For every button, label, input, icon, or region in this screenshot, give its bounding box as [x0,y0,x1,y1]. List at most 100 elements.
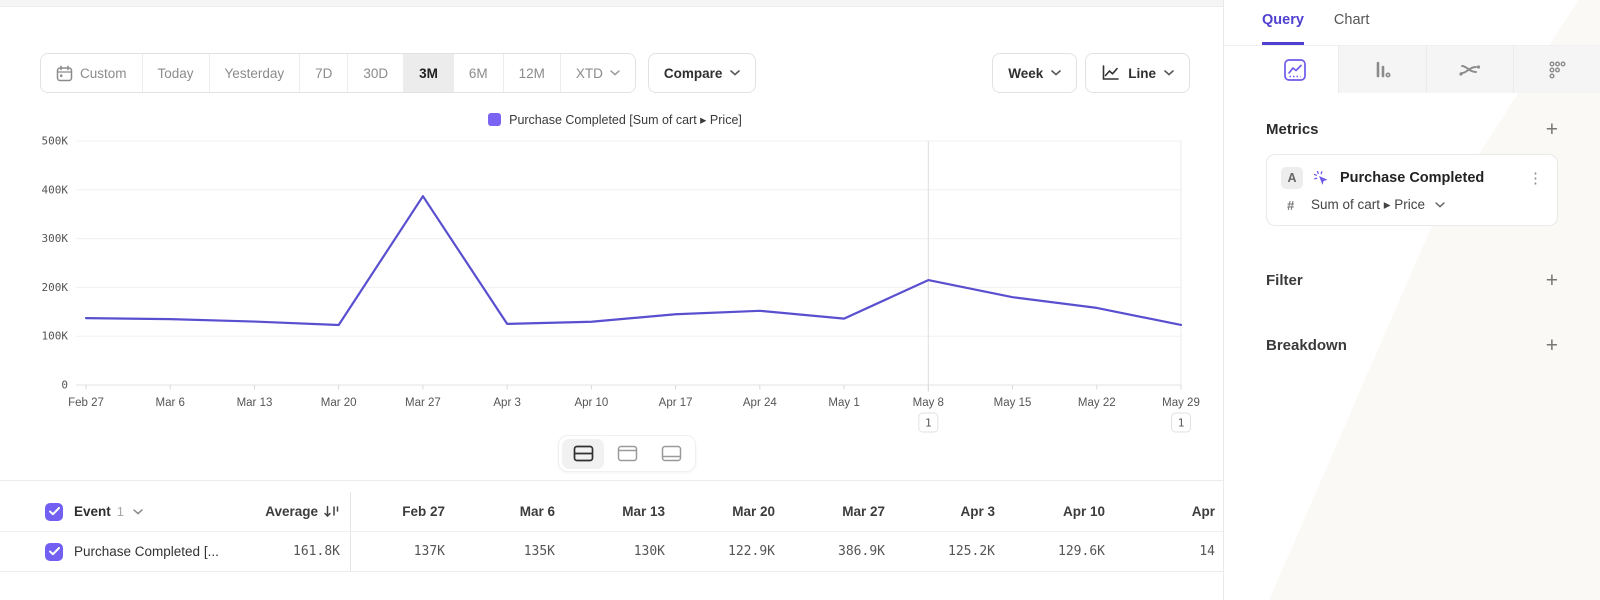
table-row[interactable]: Purchase Completed [... 161.8K 137K135K1… [0,532,1223,572]
range-button-30d[interactable]: 30D [348,54,404,92]
metric-aggregation-selector[interactable]: # Sum of cart ▸ Price [1281,197,1543,213]
main-content-area: CustomTodayYesterday7D30D3M6M12MXTD Comp… [0,0,1223,600]
chart-type-flow-button[interactable] [1426,46,1513,93]
line-chart[interactable]: 0100K200K300K400K500KFeb 27Mar 6Mar 13Ma… [30,130,1200,440]
range-button-today[interactable]: Today [143,54,210,92]
range-button-xtd[interactable]: XTD [561,54,635,92]
aggregation-label: Sum of cart ▸ Price [1311,197,1425,213]
sort-descending-icon [324,505,340,518]
range-button-yesterday[interactable]: Yesterday [210,54,301,92]
chevron-down-icon[interactable] [133,509,143,515]
layout-chart-only-button[interactable] [606,439,648,469]
svg-text:May 22: May 22 [1078,397,1116,409]
date-column-header: Apr 10 [1011,504,1121,519]
chevron-down-icon [1164,70,1174,76]
tab-query[interactable]: Query [1262,12,1304,45]
legend-swatch [488,113,501,126]
select-all-checkbox[interactable] [45,503,63,521]
cell-value: 386.9K [791,544,901,559]
calendar-icon [56,65,73,82]
chart-type-scatter-button[interactable] [1513,46,1600,93]
svg-text:May 29: May 29 [1162,397,1200,409]
cell-value: 137K [351,544,461,559]
svg-text:400K: 400K [42,183,69,196]
metrics-section-title: Metrics [1266,121,1319,138]
toolbar: CustomTodayYesterday7D30D3M6M12MXTD Comp… [40,53,1190,93]
filter-section-title: Filter [1266,272,1303,289]
date-column-headers: Feb 27Mar 6Mar 13Mar 20Mar 27Apr 3Apr 10… [351,504,1223,519]
scatter-dots-icon [1545,58,1569,82]
add-filter-button[interactable]: + [1546,270,1558,291]
number-property-icon: # [1287,198,1301,213]
interval-label: Week [1008,66,1043,81]
split-view-icon [573,445,594,462]
line-chart-icon [1283,58,1307,82]
date-column-values: 137K135K130K122.9K386.9K125.2K129.6K14 [351,544,1223,559]
range-button-custom[interactable]: Custom [41,54,143,92]
row-checkbox[interactable] [45,543,63,561]
check-icon [49,547,60,556]
svg-text:May 8: May 8 [913,397,944,409]
svg-text:Feb 27: Feb 27 [68,397,104,409]
svg-text:Apr 3: Apr 3 [493,397,520,409]
chart-type-dropdown[interactable]: Line [1085,53,1190,93]
date-column-header: Mar 27 [791,504,901,519]
svg-text:500K: 500K [42,135,69,148]
chart-type-label: Line [1128,66,1156,81]
chevron-down-icon [1435,202,1445,208]
divider [0,480,1223,481]
top-strip [0,0,1223,7]
layout-table-only-button[interactable] [650,439,692,469]
panel-body: Metrics + A Purchase Completed ⋮ # Sum o… [1224,119,1600,356]
panel-tabs: Query Chart [1224,0,1600,46]
range-button-6m[interactable]: 6M [454,54,504,92]
svg-text:Apr 24: Apr 24 [743,397,777,409]
line-chart-svg[interactable]: 0100K200K300K400K500KFeb 27Mar 6Mar 13Ma… [30,130,1200,440]
svg-text:100K: 100K [42,330,69,343]
chevron-down-icon [1051,70,1061,76]
average-column-header[interactable]: Average [245,504,350,519]
event-click-icon [1313,170,1330,187]
event-count: 1 [117,504,124,519]
metric-letter-badge: A [1281,167,1303,189]
date-column-header: Mar 20 [681,504,791,519]
range-button-7d[interactable]: 7D [300,54,348,92]
flow-icon [1457,58,1483,82]
compare-label: Compare [664,66,723,81]
table-only-icon [661,445,682,462]
svg-text:Mar 20: Mar 20 [321,397,357,409]
range-button-3m[interactable]: 3M [404,54,454,92]
chevron-down-icon [730,70,740,76]
tab-chart[interactable]: Chart [1334,12,1369,45]
results-table: Event 1 Average Feb 27Mar 6Mar 13Mar 20M… [0,492,1223,572]
add-metric-button[interactable]: + [1546,119,1558,140]
series-name: Purchase Completed [... [74,544,219,559]
kebab-menu-icon[interactable]: ⋮ [1528,169,1543,187]
cell-value: 135K [461,544,571,559]
add-breakdown-button[interactable]: + [1546,335,1558,356]
chart-legend: Purchase Completed [Sum of cart ▸ Price] [30,112,1200,127]
average-value: 161.8K [245,544,350,559]
query-builder-panel: Query Chart [1223,0,1600,600]
chart-type-selector [1252,46,1600,93]
compare-button[interactable]: Compare [648,53,757,93]
svg-text:May 1: May 1 [828,397,859,409]
chevron-down-icon [610,70,620,76]
cell-value: 130K [571,544,681,559]
svg-text:May 15: May 15 [994,397,1032,409]
bar-chart-icon [1370,58,1394,82]
chart-type-bar-button[interactable] [1338,46,1425,93]
svg-text:300K: 300K [42,232,69,245]
metric-card[interactable]: A Purchase Completed ⋮ # Sum of cart ▸ P… [1266,154,1558,226]
interval-dropdown[interactable]: Week [992,53,1077,93]
date-column-header: Feb 27 [351,504,461,519]
svg-text:Mar 6: Mar 6 [156,397,185,409]
cell-value: 129.6K [1011,544,1121,559]
check-icon [49,507,60,516]
svg-text:Apr 10: Apr 10 [574,397,608,409]
line-chart-icon [1101,65,1120,81]
chart-type-line-button[interactable] [1252,46,1338,93]
svg-text:1: 1 [1178,417,1185,430]
layout-split-view-button[interactable] [562,439,604,469]
range-button-12m[interactable]: 12M [504,54,561,92]
